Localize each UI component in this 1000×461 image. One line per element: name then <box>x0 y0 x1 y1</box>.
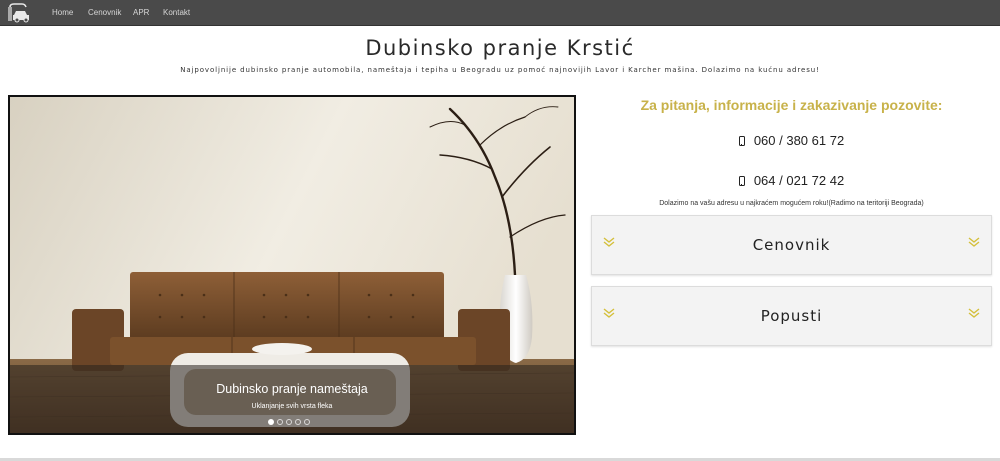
phone-number-2[interactable]: 064 / 021 72 42 <box>591 173 992 188</box>
mobile-phone-icon <box>738 136 745 146</box>
accordion-cenovnik-label: Cenovnik <box>752 236 831 254</box>
accordion-cenovnik[interactable]: Cenovnik <box>591 215 992 275</box>
phone-number-1[interactable]: 060 / 380 61 72 <box>591 133 992 148</box>
slide-indicator-5[interactable] <box>304 419 310 425</box>
phone-number-2-text: 064 / 021 72 42 <box>753 173 845 188</box>
slide-indicator-2[interactable] <box>277 419 283 425</box>
nav-apr-link[interactable]: APR <box>133 8 149 17</box>
slide-indicator-3[interactable] <box>286 419 292 425</box>
nav-kontakt-link[interactable]: Kontakt <box>163 8 190 17</box>
slide-indicator-1[interactable] <box>268 419 274 425</box>
caption-overlay <box>10 365 574 433</box>
slide-caption-title: Dubinsko pranje nameštaja <box>216 382 368 396</box>
double-chevron-down-icon <box>968 237 980 247</box>
slide-indicator-4[interactable] <box>295 419 301 425</box>
image-slider[interactable]: Dubinsko pranje nameštaja Uklanjanje svi… <box>8 95 576 435</box>
car-wash-icon[interactable] <box>8 3 32 23</box>
site-subtitle: Najpovoljnije dubinsko pranje automobila… <box>180 66 820 74</box>
nav-home-link[interactable]: Home <box>52 8 73 17</box>
double-chevron-down-icon <box>968 308 980 318</box>
nav-cenovnik-link[interactable]: Cenovnik <box>88 8 121 17</box>
service-area-note: Dolazimo na vašu adresu u najkraćem mogu… <box>659 200 924 207</box>
accordion-popusti-label: Popusti <box>760 307 823 325</box>
top-navbar: Home Cenovnik APR Kontakt <box>0 0 1000 26</box>
slide-caption-subtitle: Uklanjanje svih vrsta fleka <box>251 403 333 410</box>
mobile-phone-icon <box>738 176 745 186</box>
contact-heading: Za pitanja, informacije i zakazivanje po… <box>640 97 943 113</box>
accordion-popusti[interactable]: Popusti <box>591 286 992 346</box>
site-title: Dubinsko pranje Krstić <box>365 36 635 60</box>
phone-number-1-text: 060 / 380 61 72 <box>753 133 845 148</box>
